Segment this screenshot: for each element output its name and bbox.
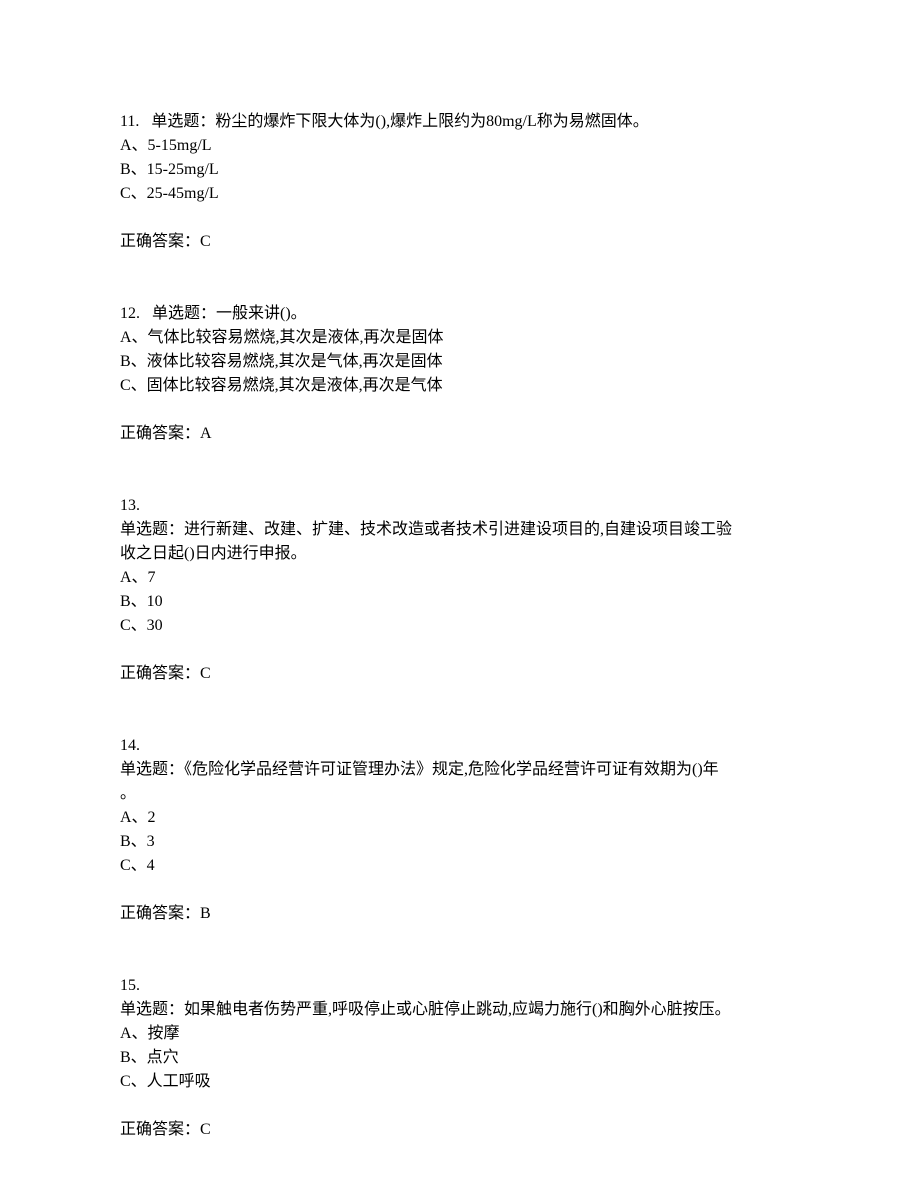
question-body-cont: 。 [120,782,800,806]
question-body: 《危险化学品经营许可证管理办法》规定,危险化学品经营许可证有效期为()年 [184,761,719,778]
question-stem: 12. 单选题：一般来讲()。 [120,302,800,326]
question-14: 14. 单选题：《危险化学品经营许可证管理办法》规定,危险化学品经营许可证有效期… [120,734,800,926]
question-stem: 13. 单选题：进行新建、改建、扩建、技术改造或者技术引进建设项目的,自建设项目… [120,494,800,566]
option-b: B、15-25mg/L [120,158,800,182]
option-a: A、气体比较容易燃烧,其次是液体,再次是固体 [120,326,800,350]
question-number: 14. [120,734,800,758]
option-c: C、4 [120,854,800,878]
question-11: 11. 单选题：粉尘的爆炸下限大体为(),爆炸上限约为80mg/L称为易燃固体。… [120,110,800,254]
answer-line: 正确答案：A [120,422,800,446]
option-b: B、3 [120,830,800,854]
option-c: C、人工呼吸 [120,1070,800,1094]
question-13: 13. 单选题：进行新建、改建、扩建、技术改造或者技术引进建设项目的,自建设项目… [120,494,800,686]
question-15: 15. 单选题：如果触电者伤势严重,呼吸停止或心脏停止跳动,应竭力施行()和胸外… [120,974,800,1142]
question-type: 单选题： [151,113,215,130]
option-a: A、5-15mg/L [120,134,800,158]
answer-line: 正确答案：C [120,1118,800,1142]
option-b: B、点穴 [120,1046,800,1070]
answer-line: 正确答案：C [120,230,800,254]
answer-line: 正确答案：C [120,662,800,686]
option-a: A、2 [120,806,800,830]
question-number: 12. [120,305,140,322]
answer-value: C [200,665,211,682]
question-body: 如果触电者伤势严重,呼吸停止或心脏停止跳动,应竭力施行()和胸外心脏按压。 [184,1001,731,1018]
option-c: C、30 [120,614,800,638]
option-a: A、按摩 [120,1022,800,1046]
question-12: 12. 单选题：一般来讲()。 A、气体比较容易燃烧,其次是液体,再次是固体 B… [120,302,800,446]
answer-value: C [200,233,211,250]
question-type: 单选题： [120,761,184,778]
question-number: 11. [120,113,139,130]
question-type: 单选题： [152,305,216,322]
answer-value: C [200,1121,211,1138]
answer-label: 正确答案： [120,665,200,682]
answer-label: 正确答案： [120,1121,200,1138]
question-number: 13. [120,494,800,518]
answer-value: A [200,425,212,442]
question-number: 15. [120,974,800,998]
question-type: 单选题： [120,1001,184,1018]
question-body: 一般来讲()。 [216,305,307,322]
answer-label: 正确答案： [120,905,200,922]
option-c: C、固体比较容易燃烧,其次是液体,再次是气体 [120,374,800,398]
answer-value: B [200,905,211,922]
answer-label: 正确答案： [120,425,200,442]
question-body: 粉尘的爆炸下限大体为(),爆炸上限约为80mg/L称为易燃固体。 [215,113,648,130]
question-stem: 14. 单选题：《危险化学品经营许可证管理办法》规定,危险化学品经营许可证有效期… [120,734,800,806]
question-type: 单选题： [120,521,184,538]
option-a: A、7 [120,566,800,590]
option-c: C、25-45mg/L [120,182,800,206]
answer-line: 正确答案：B [120,902,800,926]
question-body-cont: 收之日起()日内进行申报。 [120,542,800,566]
question-stem: 11. 单选题：粉尘的爆炸下限大体为(),爆炸上限约为80mg/L称为易燃固体。 [120,110,800,134]
option-b: B、液体比较容易燃烧,其次是气体,再次是固体 [120,350,800,374]
question-stem: 15. 单选题：如果触电者伤势严重,呼吸停止或心脏停止跳动,应竭力施行()和胸外… [120,974,800,1022]
option-b: B、10 [120,590,800,614]
question-body: 进行新建、改建、扩建、技术改造或者技术引进建设项目的,自建设项目竣工验 [184,521,732,538]
answer-label: 正确答案： [120,233,200,250]
